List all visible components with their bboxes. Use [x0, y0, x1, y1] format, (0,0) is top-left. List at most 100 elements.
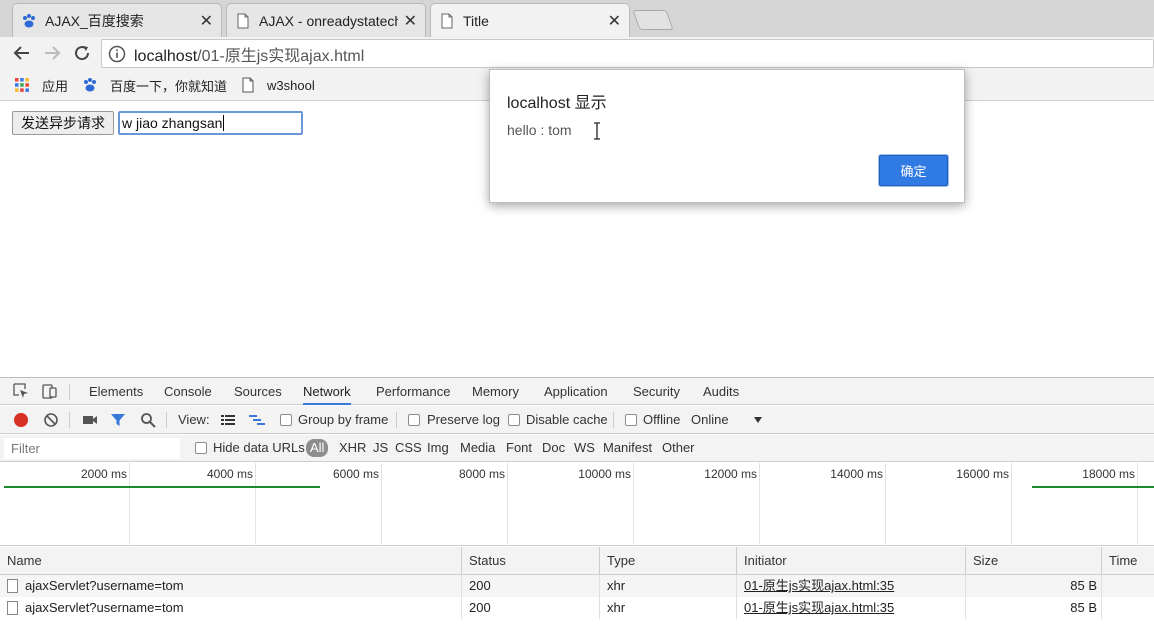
tab-audits[interactable]: Audits: [703, 378, 739, 405]
cell-initiator-link[interactable]: 01-原生js实现ajax.html:35: [737, 575, 966, 597]
tab-close-icon[interactable]: ✕: [200, 11, 213, 31]
timeline-gridline: [1011, 463, 1012, 546]
clear-icon[interactable]: [43, 412, 59, 428]
arrow-right-icon: [45, 46, 61, 60]
tab-network[interactable]: Network: [303, 378, 351, 405]
bookmark-baidu[interactable]: 百度一下，你就知道: [82, 76, 227, 95]
url-host: localhost: [134, 47, 198, 65]
group-by-frame-checkbox[interactable]: [280, 414, 292, 426]
tab-close-icon[interactable]: ✕: [608, 11, 621, 31]
column-header-size[interactable]: Size: [966, 547, 1102, 575]
address-bar[interactable]: localhost/01-原生js实现ajax.html: [101, 39, 1154, 68]
tab-elements[interactable]: Elements: [89, 378, 143, 405]
cell-initiator-link[interactable]: 01-原生js实现ajax.html:35: [737, 597, 966, 619]
inspect-element-icon[interactable]: [13, 383, 29, 399]
info-icon[interactable]: [108, 45, 126, 63]
bookmark-w3shool[interactable]: w3shool: [241, 77, 315, 93]
disable-cache-checkbox[interactable]: [508, 414, 520, 426]
tab-title: Title: [463, 12, 489, 29]
network-overview-timeline[interactable]: 2000 ms 4000 ms 6000 ms 8000 ms 10000 ms…: [0, 463, 1154, 546]
filter-type-other[interactable]: Other: [662, 440, 695, 455]
hide-data-urls-checkbox[interactable]: [195, 442, 207, 454]
filter-type-doc[interactable]: Doc: [542, 440, 565, 455]
cell-size: 85 B: [966, 575, 1102, 597]
dialog-message: hello : tom: [507, 122, 572, 138]
column-header-initiator[interactable]: Initiator: [737, 547, 966, 575]
table-row[interactable]: ajaxServlet?username=tom 200 xhr 01-原生js…: [0, 597, 1154, 619]
reload-button[interactable]: [70, 41, 94, 65]
filter-icon[interactable]: [110, 412, 126, 428]
throttling-select[interactable]: Online: [691, 412, 729, 427]
filter-type-js[interactable]: JS: [373, 440, 388, 455]
timeline-gridline: [507, 463, 508, 546]
record-icon[interactable]: [13, 412, 29, 428]
timeline-tick-label: 12000 ms: [704, 467, 757, 481]
filter-type-ws[interactable]: WS: [574, 440, 595, 455]
column-header-name[interactable]: Name: [0, 547, 462, 575]
offline-checkbox[interactable]: [625, 414, 637, 426]
devtools-tabbar: Elements Console Sources Network Perform…: [0, 378, 1154, 405]
search-icon[interactable]: [140, 412, 156, 428]
browser-tab-baidu[interactable]: AJAX_百度搜索 ✕: [12, 3, 222, 37]
dialog-ok-button[interactable]: 确定: [879, 155, 948, 186]
page-icon: [237, 13, 249, 28]
browser-tab-title[interactable]: Title ✕: [430, 3, 630, 37]
request-waterfall-bar: [4, 486, 320, 488]
tab-security[interactable]: Security: [633, 378, 680, 405]
tab-performance[interactable]: Performance: [376, 378, 450, 405]
alert-dialog: localhost 显示 hello : tom 确定: [489, 69, 965, 203]
cell-size: 85 B: [966, 597, 1102, 619]
cell-name: ajaxServlet?username=tom: [0, 575, 462, 597]
page-icon: [441, 13, 453, 28]
waterfall-overview-icon[interactable]: [248, 412, 266, 428]
hide-data-urls-label: Hide data URLs: [213, 440, 305, 455]
send-async-request-button[interactable]: 发送异步请求: [12, 111, 114, 135]
devtools-panel: Elements Console Sources Network Perform…: [0, 377, 1154, 624]
username-input[interactable]: w jiao zhangsan: [118, 111, 303, 135]
device-toolbar-icon[interactable]: [42, 383, 58, 399]
tab-application[interactable]: Application: [544, 378, 608, 405]
filter-type-all[interactable]: All: [306, 439, 329, 457]
column-header-status[interactable]: Status: [462, 547, 600, 575]
tab-memory[interactable]: Memory: [472, 378, 519, 405]
request-name: ajaxServlet?username=tom: [25, 578, 184, 593]
column-header-type[interactable]: Type: [600, 547, 737, 575]
tab-console[interactable]: Console: [164, 378, 212, 405]
preserve-log-checkbox[interactable]: [408, 414, 420, 426]
browser-tab-ajax[interactable]: AJAX - onreadystatecha ✕: [226, 3, 426, 37]
large-rows-icon[interactable]: [220, 412, 236, 428]
url-path: /01-原生js实现ajax.html: [197, 47, 365, 65]
new-tab-button[interactable]: [632, 10, 674, 30]
filter-type-img[interactable]: Img: [427, 440, 449, 455]
separator: [69, 412, 70, 428]
network-toolbar: View: Group by frame Preserve log Disabl…: [0, 406, 1154, 434]
separator: [69, 384, 70, 400]
network-requests-table: Name Status Type Initiator Size Time aja…: [0, 547, 1154, 625]
table-row[interactable]: ajaxServlet?username=tom 200 xhr 01-原生js…: [0, 575, 1154, 597]
timeline-gridline: [255, 463, 256, 546]
tab-close-icon[interactable]: ✕: [404, 11, 417, 31]
filter-type-css[interactable]: CSS: [395, 440, 422, 455]
column-header-time[interactable]: Time: [1102, 547, 1154, 575]
timeline-gridline: [759, 463, 760, 546]
tab-sources[interactable]: Sources: [234, 378, 282, 405]
text-cursor-icon: [594, 122, 600, 140]
dropdown-arrow-icon[interactable]: [753, 416, 763, 424]
cell-type: xhr: [600, 597, 737, 619]
cell-time: [1102, 575, 1154, 597]
browser-toolbar: localhost/01-原生js实现ajax.html: [0, 37, 1154, 70]
filter-type-media[interactable]: Media: [460, 440, 495, 455]
camera-icon[interactable]: [82, 412, 98, 428]
filter-input[interactable]: Filter: [4, 438, 180, 459]
filter-type-xhr[interactable]: XHR: [339, 440, 366, 455]
baidu-paw-icon: [23, 13, 35, 27]
bookmark-apps[interactable]: 应用: [14, 76, 68, 95]
text-caret: [223, 115, 225, 131]
cell-name: ajaxServlet?username=tom: [0, 597, 462, 619]
back-button[interactable]: [10, 41, 34, 65]
filter-type-manifest[interactable]: Manifest: [603, 440, 652, 455]
tab-title: AJAX_百度搜索: [45, 12, 144, 29]
forward-button[interactable]: [40, 41, 64, 65]
filter-type-font[interactable]: Font: [506, 440, 532, 455]
timeline-tick-label: 10000 ms: [578, 467, 631, 481]
